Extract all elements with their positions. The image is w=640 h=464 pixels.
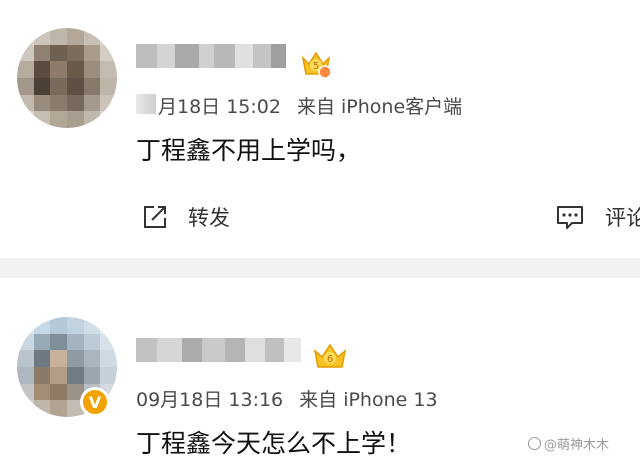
timestamp-text: 月18日 15:02	[158, 96, 281, 118]
timestamp-redaction	[136, 94, 156, 114]
comment-icon	[557, 206, 583, 229]
watermark-text: @萌神木木	[544, 438, 610, 453]
vip-level-text: 6	[327, 354, 333, 365]
username-blurred[interactable]	[136, 338, 301, 362]
post-timestamp: 09月18日 13:16	[136, 389, 284, 411]
avatar-mosaic	[17, 28, 117, 128]
comment-label: 评论	[605, 206, 640, 230]
repost-icon	[144, 206, 166, 228]
vip-crown-icon[interactable]: 5	[300, 48, 332, 80]
post-timestamp: 月18日 15:02	[136, 92, 281, 119]
weibo-post-card: 5 月18日 15:02 来自 iPhone客户端 丁程鑫不用上学吗， 转发 评论	[0, 0, 640, 258]
post-meta: 月18日 15:02 来自 iPhone客户端	[136, 92, 462, 119]
post-content: 丁程鑫不用上学吗，	[136, 136, 362, 165]
watermark: @萌神木木	[528, 434, 609, 453]
vip-level-text: 5	[313, 61, 319, 72]
repost-label: 转发	[188, 206, 230, 230]
username-blurred[interactable]	[136, 44, 286, 68]
watermark-logo-icon	[528, 437, 541, 450]
repost-button[interactable]: 转发	[140, 202, 230, 232]
post-meta: 09月18日 13:16 来自 iPhone 13	[136, 385, 438, 412]
post-separator	[0, 258, 640, 278]
post-content: 丁程鑫今天怎么不上学！	[136, 429, 412, 458]
vip-crown-icon[interactable]: 6	[312, 341, 348, 373]
verified-v-icon: V	[80, 387, 110, 417]
avatar[interactable]	[17, 28, 117, 128]
comment-button[interactable]: 评论	[555, 202, 640, 232]
post-source: 来自 iPhone客户端	[296, 96, 463, 118]
post-source: 来自 iPhone 13	[299, 389, 438, 411]
